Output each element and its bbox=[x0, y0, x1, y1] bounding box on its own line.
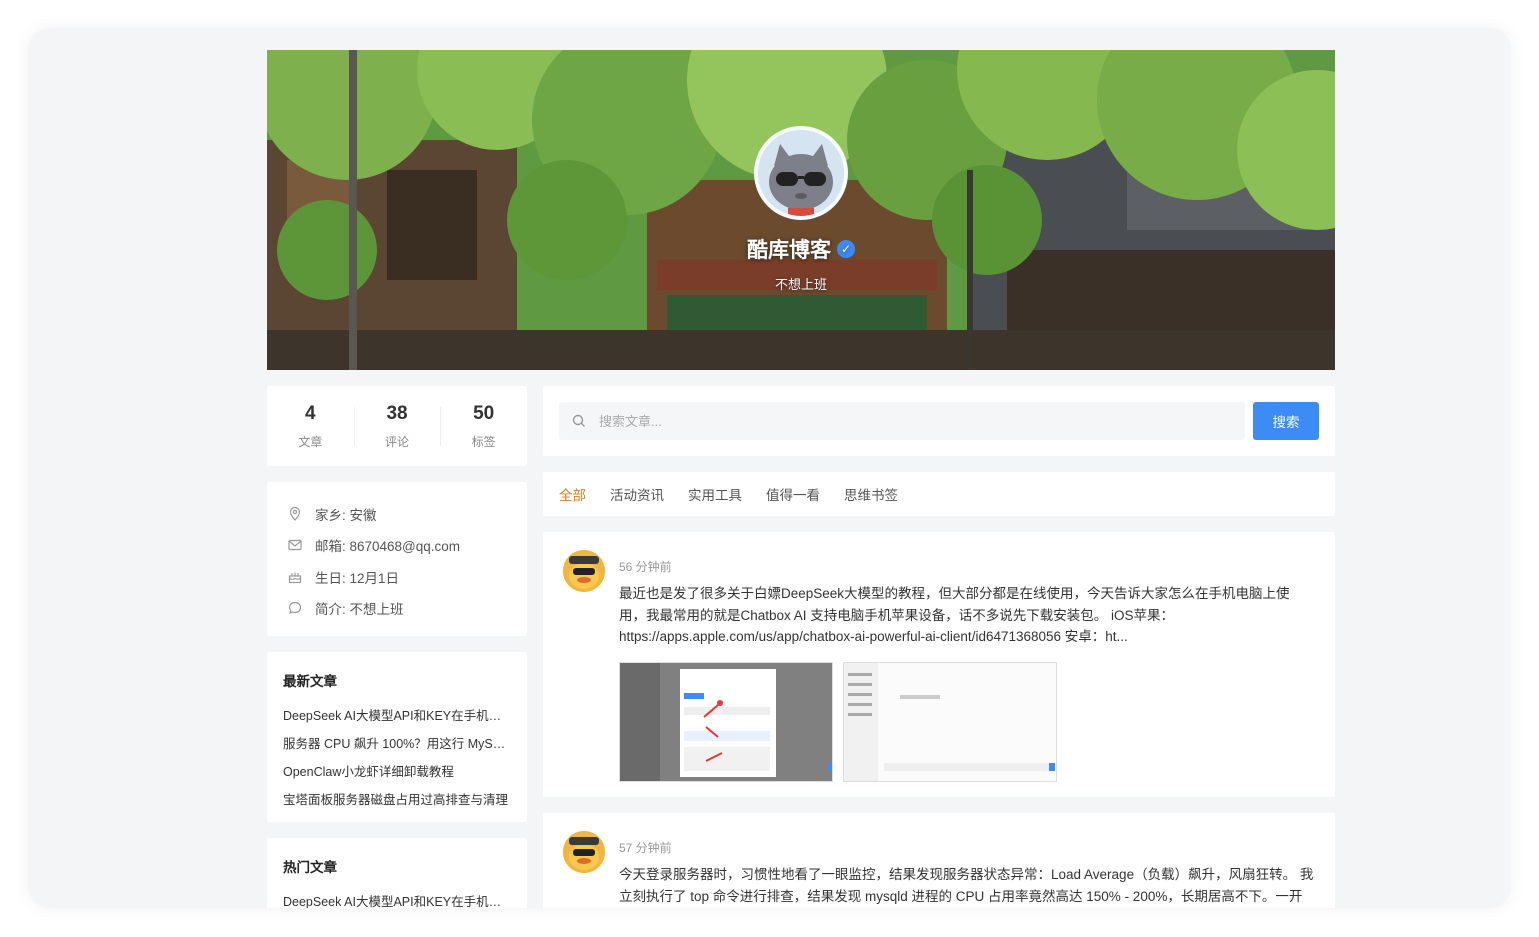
search-button[interactable]: 搜索 bbox=[1253, 402, 1319, 440]
search-input[interactable] bbox=[599, 413, 1099, 429]
sidebar: 4 文章 38 评论 50 标签 家乡: 安徽 邮箱: 8670468@qq.c… bbox=[267, 386, 527, 908]
info-hometown: 家乡: 安徽 bbox=[287, 498, 507, 530]
category-tabs: 全部 活动资讯 实用工具 值得一看 思维书签 bbox=[543, 472, 1335, 516]
info-card: 家乡: 安徽 邮箱: 8670468@qq.com 生日: 12月1日 简介: … bbox=[267, 482, 527, 636]
stat-articles[interactable]: 4 文章 bbox=[267, 403, 354, 450]
post-time: 56 分钟前 bbox=[619, 560, 672, 574]
tab-news[interactable]: 活动资讯 bbox=[610, 484, 664, 504]
hot-article-link[interactable]: DeepSeek AI大模型API和KEY在手机电脑上使用教程 bbox=[283, 888, 511, 908]
info-intro: 简介: 不想上班 bbox=[287, 593, 507, 625]
latest-article-link[interactable]: DeepSeek AI大模型API和KEY在手机电脑上使用教程 bbox=[283, 702, 511, 730]
stat-tags-label: 标签 bbox=[471, 434, 496, 449]
profile-banner: 酷库博客 ✓ 不想上班 bbox=[267, 50, 1335, 370]
post-time: 57 分钟前 bbox=[619, 841, 672, 855]
info-intro-text: 简介: 不想上班 bbox=[315, 602, 404, 618]
search-icon bbox=[572, 414, 585, 427]
search-card: 搜索 bbox=[543, 386, 1335, 456]
content-column: 搜索 全部 活动资讯 实用工具 值得一看 思维书签 bbox=[543, 386, 1335, 908]
latest-articles-title: 最新文章 bbox=[283, 674, 337, 689]
tab-tools[interactable]: 实用工具 bbox=[688, 484, 742, 504]
info-birthday: 生日: 12月1日 bbox=[287, 561, 507, 593]
stat-comments-value: 38 bbox=[386, 402, 408, 424]
hot-articles-title: 热门文章 bbox=[283, 860, 337, 875]
post-image[interactable] bbox=[843, 661, 1057, 782]
latest-articles-card: 最新文章 DeepSeek AI大模型API和KEY在手机电脑上使用教程 服务器… bbox=[267, 652, 527, 822]
hot-articles-card: 热门文章 DeepSeek AI大模型API和KEY在手机电脑上使用教程 bbox=[267, 838, 527, 908]
stat-comments[interactable]: 38 评论 bbox=[353, 402, 441, 450]
screenshot-thumbnail bbox=[620, 662, 832, 781]
post-excerpt[interactable]: 最近也是发了很多关于白嫖DeepSeek大模型的教程，但大部分都是在线使用，今天… bbox=[619, 583, 1315, 648]
info-birthday-text: 生日: 12月1日 bbox=[315, 570, 400, 586]
duck-avatar-icon bbox=[563, 550, 605, 592]
tab-bookmarks[interactable]: 思维书签 bbox=[844, 484, 898, 504]
post-excerpt[interactable]: 今天登录服务器时，习惯性地看了一眼监控，结果发现服务器状态异常：Load Ave… bbox=[619, 864, 1315, 908]
chat-bubble-icon bbox=[288, 602, 302, 615]
location-pin-icon bbox=[289, 506, 301, 521]
screenshot-thumbnail bbox=[844, 662, 1056, 781]
page-frame: 酷库博客 ✓ 不想上班 4 文章 38 评论 50 标签 家乡: 安徽 邮箱: … bbox=[28, 28, 1511, 908]
stat-articles-value: 4 bbox=[305, 402, 316, 424]
main-container: 酷库博客 ✓ 不想上班 4 文章 38 评论 50 标签 家乡: 安徽 邮箱: … bbox=[267, 50, 1335, 908]
post-card[interactable]: 56 分钟前 最近也是发了很多关于白嫖DeepSeek大模型的教程，但大部分都是… bbox=[543, 532, 1335, 797]
profile-header: 酷库博客 ✓ 不想上班 bbox=[267, 126, 1335, 293]
profile-bio: 不想上班 bbox=[774, 277, 827, 292]
mail-icon bbox=[288, 540, 302, 551]
latest-article-link[interactable]: OpenClaw小龙虾详细卸载教程 bbox=[283, 758, 511, 786]
stat-comments-label: 评论 bbox=[385, 434, 410, 449]
stat-articles-label: 文章 bbox=[298, 434, 323, 449]
verified-badge-icon: ✓ bbox=[837, 240, 855, 258]
post-author-avatar[interactable] bbox=[563, 831, 605, 873]
tab-worth-reading[interactable]: 值得一看 bbox=[766, 484, 820, 504]
profile-name-text: 酷库博客 bbox=[747, 239, 831, 262]
post-images bbox=[619, 661, 1315, 782]
stats-card: 4 文章 38 评论 50 标签 bbox=[267, 386, 527, 466]
stat-tags-value: 50 bbox=[473, 402, 495, 424]
duck-avatar-icon bbox=[563, 831, 605, 873]
latest-article-link[interactable]: 宝塔面板服务器磁盘占用过高排查与清理 bbox=[283, 786, 511, 814]
info-hometown-text: 家乡: 安徽 bbox=[315, 507, 377, 523]
latest-article-link[interactable]: 服务器 CPU 飙升 100%？用这行 MySQL 命令排查 bbox=[283, 730, 511, 758]
profile-name: 酷库博客 ✓ bbox=[747, 234, 855, 264]
post-card[interactable]: 57 分钟前 今天登录服务器时，习惯性地看了一眼监控，结果发现服务器状态异常：L… bbox=[543, 813, 1335, 908]
info-email: 邮箱: 8670468@qq.com bbox=[287, 530, 507, 562]
tab-all[interactable]: 全部 bbox=[559, 484, 586, 504]
post-image[interactable] bbox=[619, 661, 833, 782]
profile-avatar[interactable] bbox=[754, 126, 848, 220]
search-box bbox=[559, 402, 1245, 440]
cat-sunglasses-avatar bbox=[758, 130, 844, 216]
stat-tags[interactable]: 50 标签 bbox=[440, 403, 527, 450]
post-author-avatar[interactable] bbox=[563, 550, 605, 592]
info-email-text: 邮箱: 8670468@qq.com bbox=[315, 539, 461, 555]
birthday-cake-icon bbox=[288, 572, 302, 583]
